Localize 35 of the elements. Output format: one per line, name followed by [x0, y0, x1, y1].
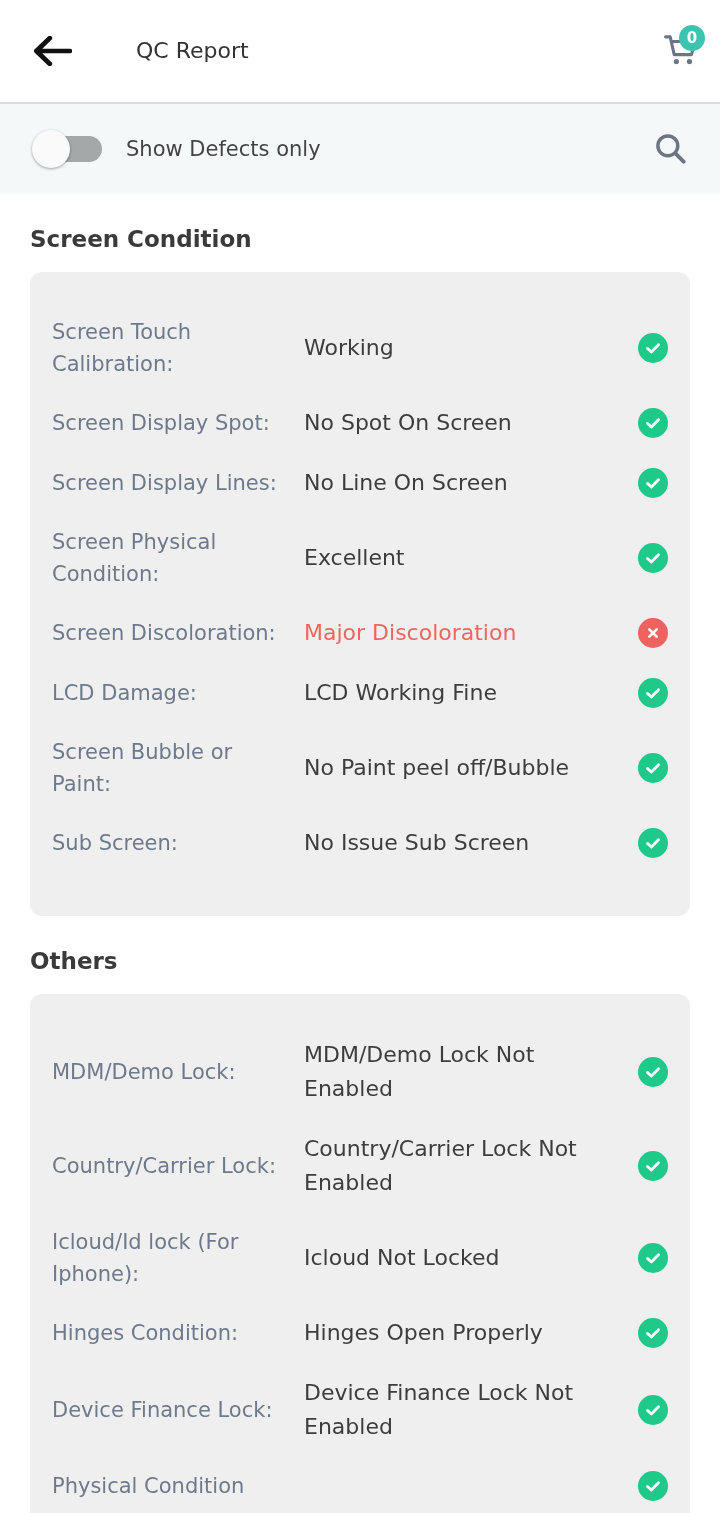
page-title: QC Report — [136, 37, 250, 65]
field-value: Working — [304, 335, 394, 360]
field-label: Device Finance Lock: — [52, 1397, 274, 1424]
field-value: Country/Carrier Lock Not Enabled — [304, 1136, 577, 1195]
field-label: Screen Touch Calibration: — [52, 319, 193, 378]
field-value: Hinges Open Properly — [304, 1320, 543, 1345]
field-label: MDM/Demo Lock: — [52, 1059, 237, 1086]
field-value: Excellent — [304, 545, 405, 570]
field-value: LCD Working Fine — [304, 680, 497, 705]
field-label: Country/Carrier Lock: — [52, 1153, 277, 1180]
section-title: Screen Condition — [30, 225, 253, 254]
field-value: No Line On Screen — [304, 470, 508, 495]
field-label: LCD Damage: — [52, 680, 198, 707]
field-label: Screen Bubble or Paint: — [52, 739, 234, 798]
field-label: Hinges Condition: — [52, 1320, 240, 1347]
field-label: Sub Screen: — [52, 830, 179, 857]
field-label: Screen Display Spot: — [52, 410, 271, 437]
toggle-label: Show Defects only — [126, 136, 322, 163]
field-label: Icloud/Id lock (For Iphone): — [52, 1229, 240, 1288]
section-title: Others — [30, 947, 119, 976]
cart-count-badge: 0 — [679, 25, 705, 51]
field-value: No Paint peel off/Bubble — [304, 755, 570, 780]
search-icon[interactable] — [656, 134, 686, 164]
field-label: Screen Display Lines: — [52, 470, 278, 497]
field-label: Physical Condition — [52, 1473, 246, 1500]
field-value: MDM/Demo Lock Not Enabled — [304, 1042, 535, 1101]
field-label: Screen Physical Condition: — [52, 529, 218, 588]
back-arrow-icon[interactable] — [32, 36, 72, 66]
field-label: Screen Discoloration: — [52, 620, 277, 647]
field-value: Icloud Not Locked — [304, 1245, 500, 1270]
field-value: No Issue Sub Screen — [304, 830, 530, 855]
show-defects-toggle[interactable] — [32, 130, 102, 168]
field-value: Device Finance Lock Not Enabled — [304, 1380, 574, 1439]
field-value: No Spot On Screen — [304, 410, 512, 435]
field-value: Major Discoloration — [304, 620, 517, 645]
